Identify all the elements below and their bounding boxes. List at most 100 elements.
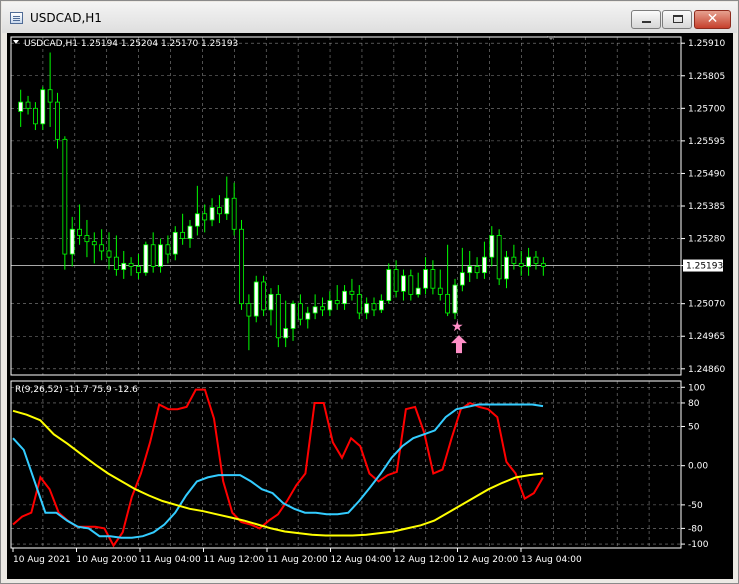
- candle-body: [408, 275, 414, 295]
- candle-body: [246, 303, 252, 317]
- indicator-panel-border: [10, 380, 682, 549]
- candle-body: [172, 231, 178, 255]
- candle-body: [77, 228, 82, 236]
- chart-window: USDCAD,H1 ✕ ★ 1.25910 1.25805 1.25700 1.255…: [0, 0, 739, 584]
- candle-body: [194, 213, 200, 227]
- time-tick-label: 13 Aug 04:00: [521, 555, 582, 565]
- candle-body: [40, 89, 46, 125]
- candle-body: [489, 235, 495, 258]
- candle-body: [437, 287, 443, 295]
- time-tick-label: 10 Aug 2021: [13, 555, 71, 565]
- time-tick-label: 11 Aug 04:00: [140, 555, 201, 565]
- candle-body: [459, 272, 465, 286]
- candle-body: [69, 228, 75, 255]
- main-panel-border: [10, 36, 682, 376]
- price-tick-label: 1.25490: [688, 169, 725, 179]
- candle-body: [342, 290, 347, 305]
- time-tick-label: 10 Aug 20:00: [77, 555, 138, 565]
- shift-marker-icon: [547, 36, 555, 40]
- candle-body: [415, 287, 421, 295]
- candle-body: [474, 266, 480, 274]
- candle-body: [275, 293, 281, 339]
- price-tick-label: 1.25910: [688, 39, 725, 49]
- candle-body: [378, 300, 384, 311]
- candle-body: [533, 256, 539, 264]
- symbol-info: USDCAD,H1 1.25194 1.25204 1.25170 1.2519…: [24, 39, 238, 49]
- candle-body: [327, 300, 333, 311]
- maximize-icon: [673, 15, 683, 23]
- candle-body: [334, 300, 340, 305]
- candle-body: [62, 138, 68, 255]
- title-bar[interactable]: USDCAD,H1 ✕: [2, 2, 737, 33]
- candle-body: [526, 256, 531, 267]
- candle-body: [386, 269, 392, 301]
- candle-body: [209, 207, 215, 221]
- candle-body: [261, 281, 266, 311]
- candle-body: [445, 293, 451, 314]
- indicator-lines: [12, 388, 544, 548]
- time-tick-label: 11 Aug 12:00: [204, 555, 265, 565]
- indicator-tick-label: 0.00: [688, 462, 708, 472]
- candle-body: [143, 244, 149, 274]
- indicator-tick-label: -50: [688, 501, 703, 511]
- candle-body: [224, 197, 230, 215]
- candle-body: [99, 244, 105, 252]
- candle-body: [393, 269, 399, 292]
- indicator-tick-label: -100: [688, 540, 709, 550]
- candle-body: [452, 284, 458, 314]
- candle-body: [150, 244, 156, 267]
- price-tick-label: 1.25070: [688, 300, 725, 310]
- candle-body: [423, 269, 428, 289]
- price-tick-label: 1.25595: [688, 137, 725, 147]
- candle-body: [401, 275, 406, 292]
- candle-body: [305, 312, 311, 320]
- candle-body: [349, 290, 355, 295]
- price-tick-label: 1.25805: [688, 72, 725, 82]
- candle-body: [136, 266, 141, 274]
- candle-body: [371, 303, 377, 311]
- candle-body: [202, 213, 208, 221]
- price-tick-label: 1.24965: [688, 332, 725, 342]
- minimize-icon: [642, 21, 651, 23]
- minimize-button[interactable]: [631, 10, 661, 29]
- price-tick-label: 1.25385: [688, 202, 725, 212]
- candle-body: [504, 256, 509, 280]
- candle-body: [55, 101, 60, 140]
- price-tick-label: 1.25700: [688, 104, 725, 114]
- time-tick-label: 12 Aug 20:00: [458, 555, 519, 565]
- maximize-button[interactable]: [662, 10, 692, 29]
- price-chart-svg[interactable]: ★ 1.259101.258051.257001.255951.254901.2…: [7, 33, 733, 579]
- indicator-tick-label: 100: [688, 383, 705, 393]
- candle-body: [482, 256, 487, 274]
- candle-body: [180, 231, 186, 239]
- candle-body: [496, 235, 502, 280]
- indicator-label: R(9,26,52) -11.7 75.9 -12.6: [15, 385, 138, 395]
- up-arrow-icon: [450, 335, 467, 354]
- indicator-tick-label: 80: [688, 399, 700, 409]
- indicator-series-line: [12, 388, 544, 548]
- candle-body: [158, 244, 163, 267]
- candle-body: [47, 89, 53, 103]
- candle-body: [33, 107, 38, 125]
- indicator-series-line: [12, 409, 544, 537]
- candle-body: [290, 303, 296, 329]
- time-tick-label: 12 Aug 04:00: [331, 555, 392, 565]
- close-button[interactable]: ✕: [694, 10, 731, 29]
- candle-body: [364, 303, 370, 314]
- close-icon: ✕: [706, 11, 719, 27]
- chart-area[interactable]: ★ 1.25910 1.25805 1.25700 1.25595 1.25490 1.2…: [7, 33, 733, 579]
- candle-body: [467, 266, 473, 274]
- candle-body: [165, 244, 171, 255]
- chart-window-icon: [10, 12, 23, 24]
- candle-body: [518, 262, 524, 267]
- candle-body: [356, 293, 362, 314]
- star-icon: ★: [451, 319, 464, 335]
- candle-body: [121, 262, 127, 270]
- candle-body: [217, 207, 222, 215]
- axes: 1.25910 1.25805 1.25700 1.25595 1.25490 1.253…: [10, 36, 725, 565]
- candle-body: [430, 269, 436, 289]
- candle-body: [312, 306, 318, 314]
- candle-body: [540, 262, 546, 267]
- candle-body: [253, 281, 259, 317]
- candle-body: [187, 225, 193, 239]
